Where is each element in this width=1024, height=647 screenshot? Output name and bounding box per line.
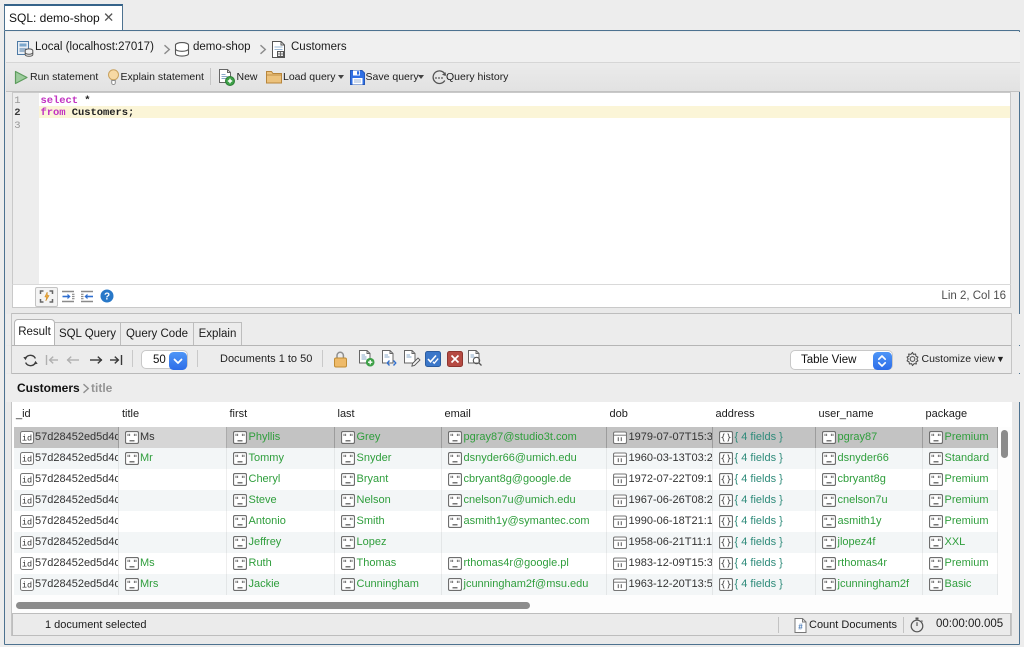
svg-text:id: id — [21, 560, 31, 570]
svg-text:#: # — [798, 622, 803, 631]
svg-text:id: id — [21, 581, 31, 591]
svg-text:id: id — [21, 518, 31, 528]
svg-text:id: id — [21, 455, 31, 465]
svg-text:id: id — [21, 539, 31, 549]
svg-text:id: id — [21, 476, 31, 486]
svg-text:id: id — [21, 497, 31, 507]
svg-text:?: ? — [104, 292, 110, 303]
svg-text:id: id — [21, 434, 31, 444]
